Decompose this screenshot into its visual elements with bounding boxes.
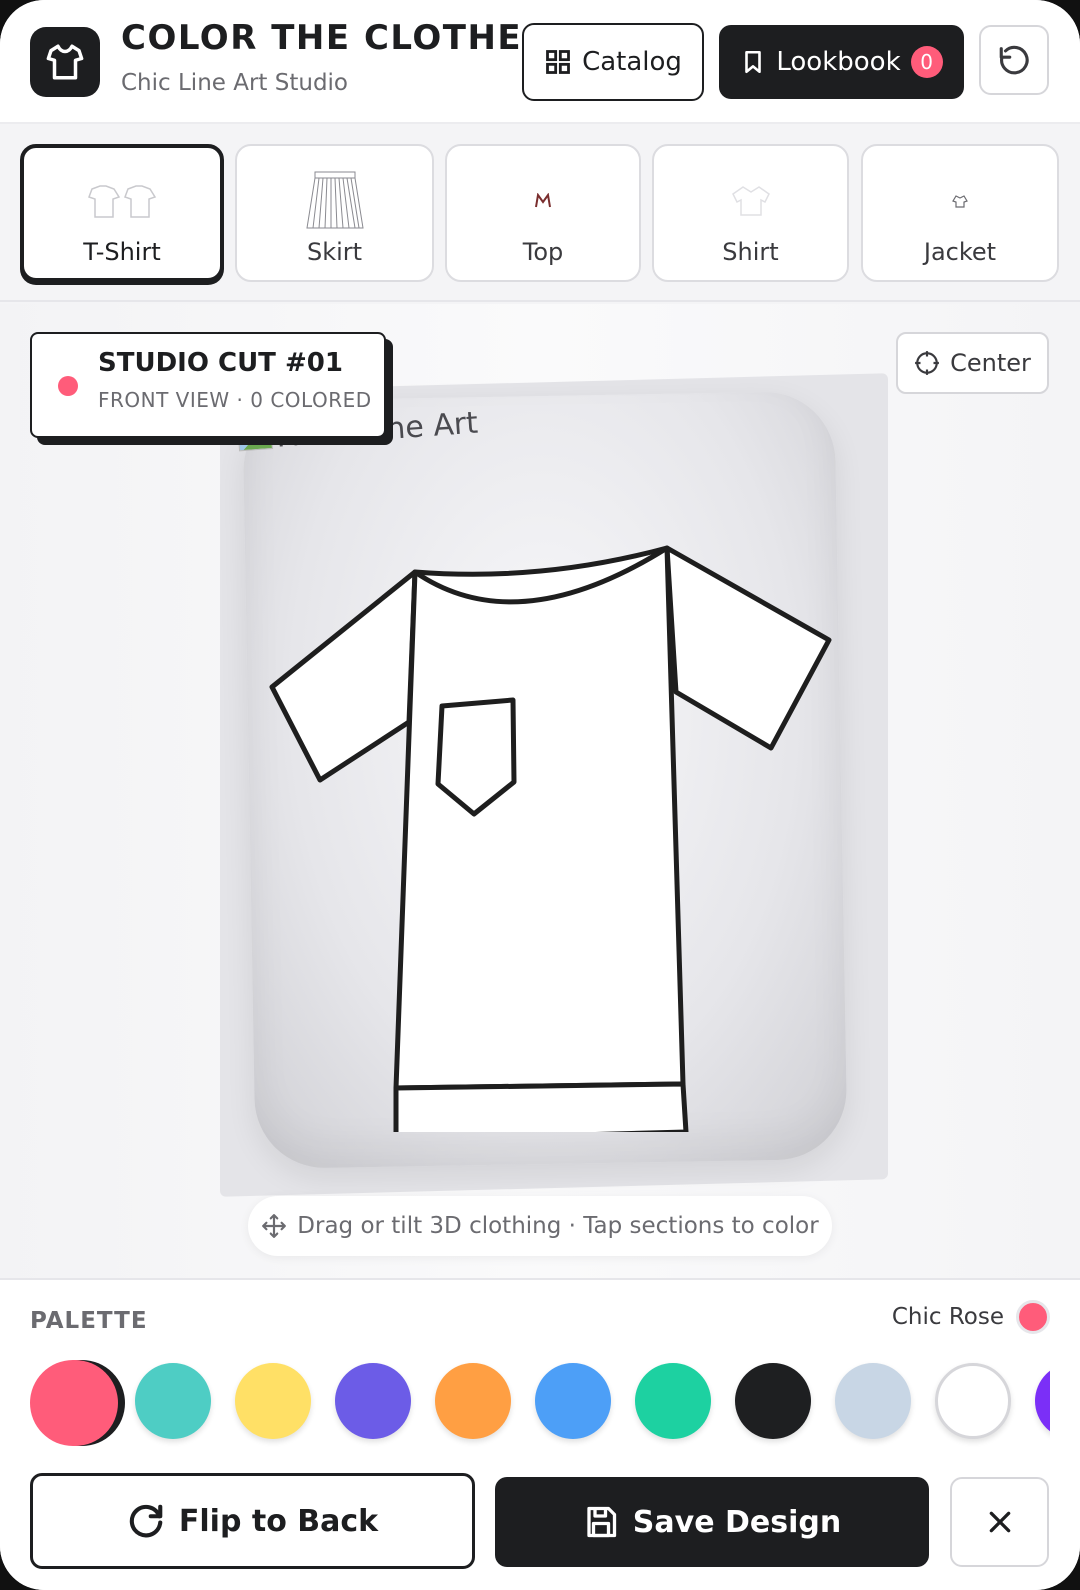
color-swatch[interactable] xyxy=(30,1360,118,1446)
left-sleeve[interactable] xyxy=(269,569,418,783)
color-swatch[interactable] xyxy=(435,1363,511,1439)
garment-tabs: T-Shirt Skirt Top Shirt Jacket xyxy=(0,124,1080,302)
palette-panel: PALETTE Chic Rose Flip to Back Save Desi… xyxy=(0,1278,1080,1590)
rotate-ccw-icon xyxy=(999,45,1029,75)
app-header: COLOR THE CLOTHES Chic Line Art Studio C… xyxy=(0,0,1080,124)
color-swatch[interactable] xyxy=(635,1363,711,1439)
app-subtitle: Chic Line Art Studio xyxy=(121,70,349,96)
skirt-thumbnail-icon xyxy=(305,171,364,229)
top-thumbnail-icon xyxy=(535,193,551,208)
center-button[interactable]: Center xyxy=(896,332,1049,394)
app-frame: COLOR THE CLOTHES Chic Line Art Studio C… xyxy=(0,0,1080,1590)
tab-label: T-Shirt xyxy=(83,238,161,266)
tab-top[interactable]: Top xyxy=(445,144,641,282)
studio-info-card: STUDIO CUT #01 FRONT VIEW · 0 COLORED xyxy=(30,332,386,438)
center-label: Center xyxy=(950,349,1031,377)
tab-label: Jacket xyxy=(923,238,997,266)
color-swatches xyxy=(30,1360,1050,1450)
grid-icon xyxy=(546,50,570,74)
tab-shirt[interactable]: Shirt xyxy=(652,144,849,282)
move-icon xyxy=(262,1214,287,1238)
tab-label: Skirt xyxy=(306,238,363,266)
studio-cut-title: STUDIO CUT #01 xyxy=(98,348,343,378)
tab-jacket[interactable]: Jacket xyxy=(861,144,1059,282)
save-icon xyxy=(587,1506,616,1538)
color-swatch[interactable] xyxy=(235,1363,311,1439)
current-color-indicator: Chic Rose xyxy=(892,1300,1050,1334)
shirt-body[interactable] xyxy=(393,545,686,1091)
current-color-swatch xyxy=(1016,1300,1050,1334)
reset-button[interactable] xyxy=(979,25,1049,95)
save-label: Save Design xyxy=(632,1504,842,1540)
catalog-button[interactable]: Catalog xyxy=(522,23,704,101)
tab-label: Top xyxy=(522,238,564,266)
save-design-button[interactable]: Save Design xyxy=(495,1477,929,1567)
crosshair-icon xyxy=(915,351,940,375)
right-sleeve[interactable] xyxy=(664,545,832,751)
color-swatch[interactable] xyxy=(535,1363,611,1439)
close-icon xyxy=(989,1511,1010,1533)
lookbook-button[interactable]: Lookbook 0 xyxy=(719,25,964,99)
interaction-hint: Drag or tilt 3D clothing · Tap sections … xyxy=(248,1196,832,1256)
rotate-cw-icon xyxy=(129,1504,163,1538)
color-swatch[interactable] xyxy=(835,1363,911,1439)
lookbook-label: Lookbook xyxy=(776,47,901,77)
current-color-name: Chic Rose xyxy=(891,1304,1004,1330)
shirt-hem[interactable] xyxy=(393,1081,689,1132)
tshirt-logo-icon xyxy=(46,44,84,80)
tshirt-thumbnail-icon xyxy=(88,185,157,218)
app-logo xyxy=(30,27,100,97)
close-button[interactable] xyxy=(950,1477,1049,1567)
color-swatch[interactable] xyxy=(735,1363,811,1439)
tshirt-line-art[interactable] xyxy=(262,522,837,1132)
tab-tshirt[interactable]: T-Shirt xyxy=(20,144,224,282)
color-swatch[interactable] xyxy=(335,1363,411,1439)
flip-label: Flip to Back xyxy=(178,1503,379,1539)
tab-skirt[interactable]: Skirt xyxy=(235,144,434,282)
hint-text: Drag or tilt 3D clothing · Tap sections … xyxy=(297,1213,819,1239)
status-dot xyxy=(58,376,78,396)
app-title: COLOR THE CLOTHES xyxy=(121,18,549,58)
color-swatch[interactable] xyxy=(135,1363,211,1439)
shirt-thumbnail-icon xyxy=(731,186,770,216)
palette-label: PALETTE xyxy=(30,1308,148,1334)
design-canvas[interactable]: Front Line Art STUDIO CUT #01 FRONT VIEW… xyxy=(0,304,1080,1278)
bookmark-icon xyxy=(745,50,762,74)
catalog-label: Catalog xyxy=(582,47,682,77)
view-status: FRONT VIEW · 0 COLORED xyxy=(98,388,372,412)
color-swatch[interactable] xyxy=(1035,1363,1050,1439)
tab-label: Shirt xyxy=(722,238,779,266)
jacket-thumbnail-icon xyxy=(952,195,968,208)
flip-to-back-button[interactable]: Flip to Back xyxy=(30,1473,475,1569)
color-swatch[interactable] xyxy=(935,1363,1011,1439)
lookbook-count-badge: 0 xyxy=(910,46,943,78)
